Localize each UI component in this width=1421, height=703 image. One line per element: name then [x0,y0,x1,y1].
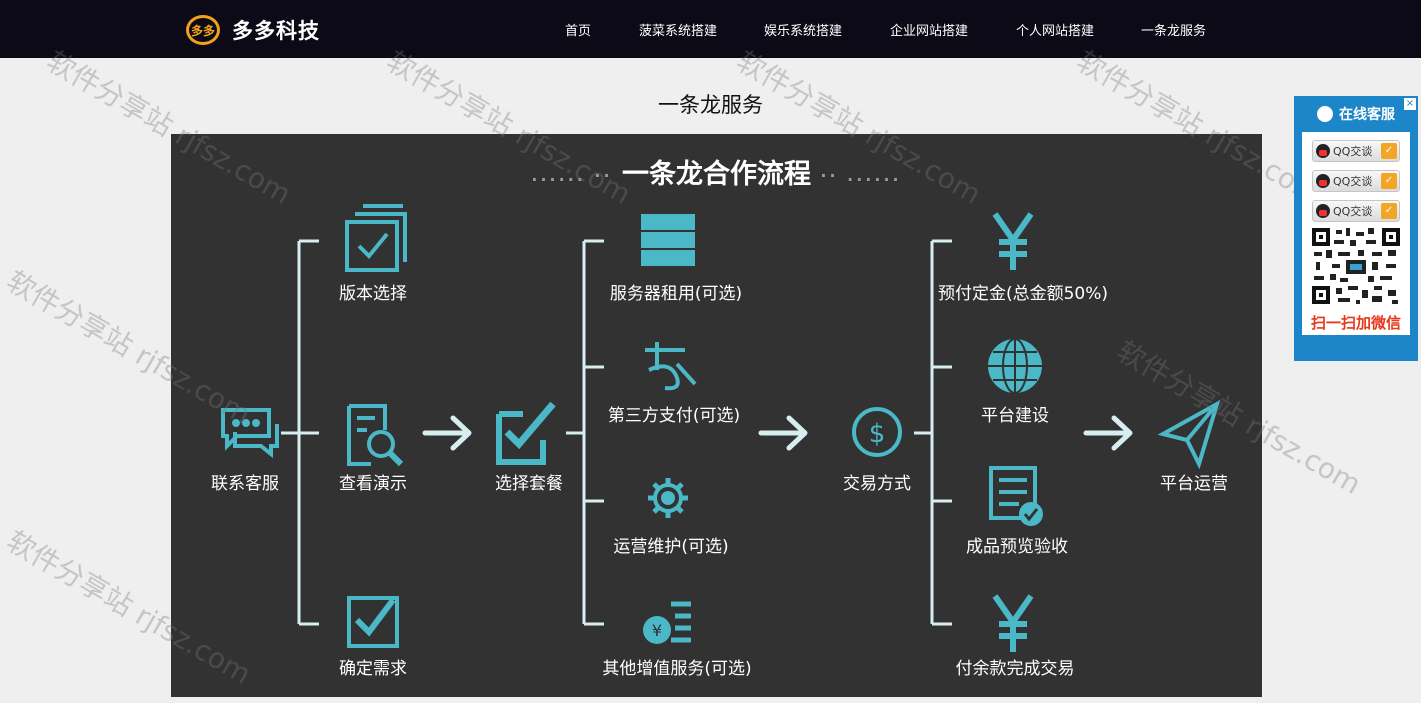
step-deposit-label: 预付定金(总金额50%) [937,284,1109,304]
step-version-label: 版本选择 [339,284,407,304]
step-payment-label: 第三方支付(可选) [607,406,741,426]
top-navbar: 多多 多多科技 首页 菠菜系统搭建 娱乐系统搭建 企业网站搭建 个人网站搭建 一… [0,0,1421,58]
qq-chat-label: QQ交谈 [1333,205,1373,218]
step-balance-label: 付余款完成交易 [955,659,1075,679]
chat-bubbles-icon [221,408,279,459]
widget-title: 在线客服 [1339,107,1395,123]
step-operate-label: 平台运营 [1160,474,1228,494]
qq-icon [1316,144,1330,158]
nav-item-personal-site[interactable]: 个人网站搭建 [1016,20,1094,39]
yen-icon-1 [992,212,1034,270]
page-title: 一条龙服务 [658,93,763,117]
nav-item-one-stop[interactable]: 一条龙服务 [1141,20,1206,39]
wechat-qr-code [1310,226,1402,306]
qq-chat-button-3[interactable]: QQ交谈 ✓ [1312,200,1400,222]
value-added-icon [643,601,691,644]
package-edit-icon [496,401,556,465]
step-confirm-label: 确定需求 [339,659,407,679]
qr-caption: 扫一扫加微信 [1310,314,1401,332]
widget-header: 在线客服 [1294,104,1418,124]
nav-item-enterprise-site[interactable]: 企业网站搭建 [890,20,968,39]
step-demo-label: 查看演示 [339,474,407,494]
headset-icon [1317,106,1333,122]
online-service-widget: 在线客服 × QQ交谈 ✓ QQ交谈 ✓ QQ交谈 ✓ 扫一扫加微信 [1294,96,1418,361]
qq-icon [1316,204,1330,218]
cooperation-flow-diagram: $ ¥ ...... ·· 一条龙合作流程 ·· ...... 联系客服 版本选… [171,134,1262,697]
confirm-check-icon [347,596,399,648]
chat-go-icon: ✓ [1381,173,1397,189]
step-package-label: 选择套餐 [495,474,563,494]
title-dots-left: ...... ·· [531,166,613,185]
gear-icon [648,478,688,518]
step-preview-label: 成品预览验收 [966,537,1068,557]
paper-plane-icon [1157,399,1221,470]
step-other-label: 其他增值服务(可选) [602,659,752,679]
document-search-icon [347,404,404,467]
arrow-right-icon-3 [1083,415,1133,451]
nav-item-home[interactable]: 首页 [565,20,591,39]
qq-icon [1316,174,1330,188]
payment-icon [645,342,697,391]
yen-glyph: ¥ [652,621,662,640]
logo-icon: 多多 [186,15,220,45]
logo-text: 多多科技 [232,19,320,43]
title-dots-right: ·· ...... [820,166,902,185]
qq-chat-label: QQ交谈 [1333,145,1373,158]
flow-title: ...... ·· 一条龙合作流程 ·· ...... [171,152,1262,191]
arrow-right-icon-2 [758,415,808,451]
yen-icon-2 [992,594,1034,652]
chat-go-icon: ✓ [1381,143,1397,159]
arrow-right-icon-1 [422,415,472,451]
globe-icon [988,338,1042,394]
server-icon [641,214,695,266]
chat-go-icon: ✓ [1381,203,1397,219]
dollar-sign-glyph: $ [869,419,886,449]
logo[interactable]: 多多 多多科技 [186,14,320,46]
flow-title-text: 一条龙合作流程 [622,159,811,190]
version-check-icon [345,204,407,272]
step-server-label: 服务器租用(可选) [609,284,743,304]
qq-chat-button-2[interactable]: QQ交谈 ✓ [1312,170,1400,192]
nav-item-bocai-system[interactable]: 菠菜系统搭建 [639,20,717,39]
preview-check-icon [989,466,1043,526]
step-build-label: 平台建设 [981,406,1049,426]
step-contact-label: 联系客服 [211,474,279,494]
nav-item-entertainment-system[interactable]: 娱乐系统搭建 [764,20,842,39]
step-trade-label: 交易方式 [843,474,911,494]
qq-chat-button-1[interactable]: QQ交谈 ✓ [1312,140,1400,162]
step-ops-label: 运营维护(可选) [613,537,729,557]
qq-chat-label: QQ交谈 [1333,175,1373,188]
widget-body: QQ交谈 ✓ QQ交谈 ✓ QQ交谈 ✓ 扫一扫加微信 [1302,132,1410,335]
widget-close-button[interactable]: × [1404,98,1416,110]
